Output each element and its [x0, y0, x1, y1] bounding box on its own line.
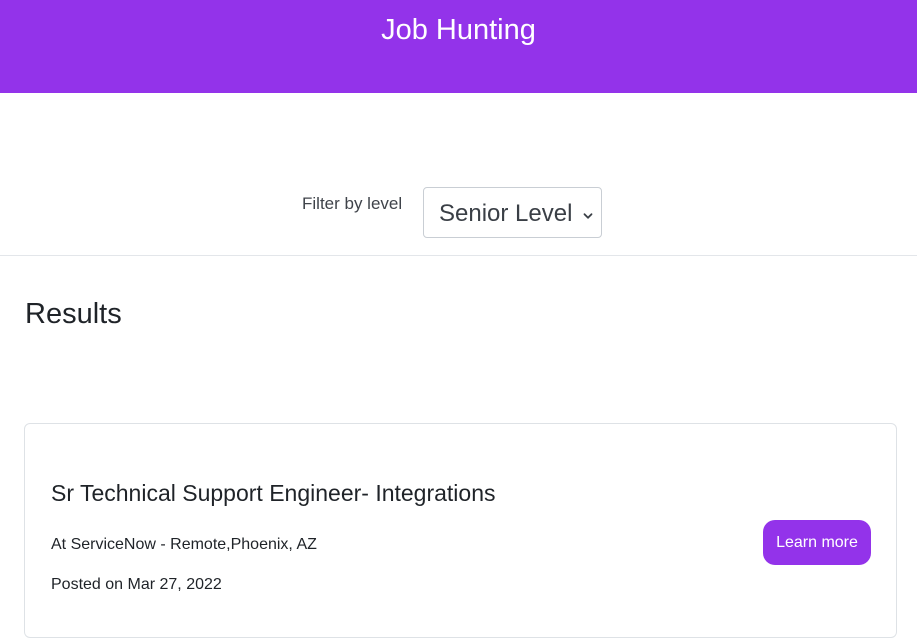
job-title: Sr Technical Support Engineer- Integrati…	[51, 480, 496, 506]
level-select-value: Senior Level	[439, 200, 573, 227]
level-select[interactable]: Senior Level	[423, 187, 602, 238]
section-divider	[0, 255, 917, 256]
chevron-down-icon	[583, 208, 593, 219]
results-heading: Results	[25, 298, 122, 330]
job-company-location: At ServiceNow - Remote,Phoenix, AZ	[51, 536, 317, 553]
app-header: Job Hunting	[0, 0, 917, 93]
job-card: Sr Technical Support Engineer- Integrati…	[24, 423, 897, 638]
learn-more-button[interactable]: Learn more	[763, 520, 871, 565]
app-title: Job Hunting	[381, 14, 536, 46]
filter-label: Filter by level	[302, 194, 403, 213]
job-posted-date: Posted on Mar 27, 2022	[51, 576, 222, 593]
